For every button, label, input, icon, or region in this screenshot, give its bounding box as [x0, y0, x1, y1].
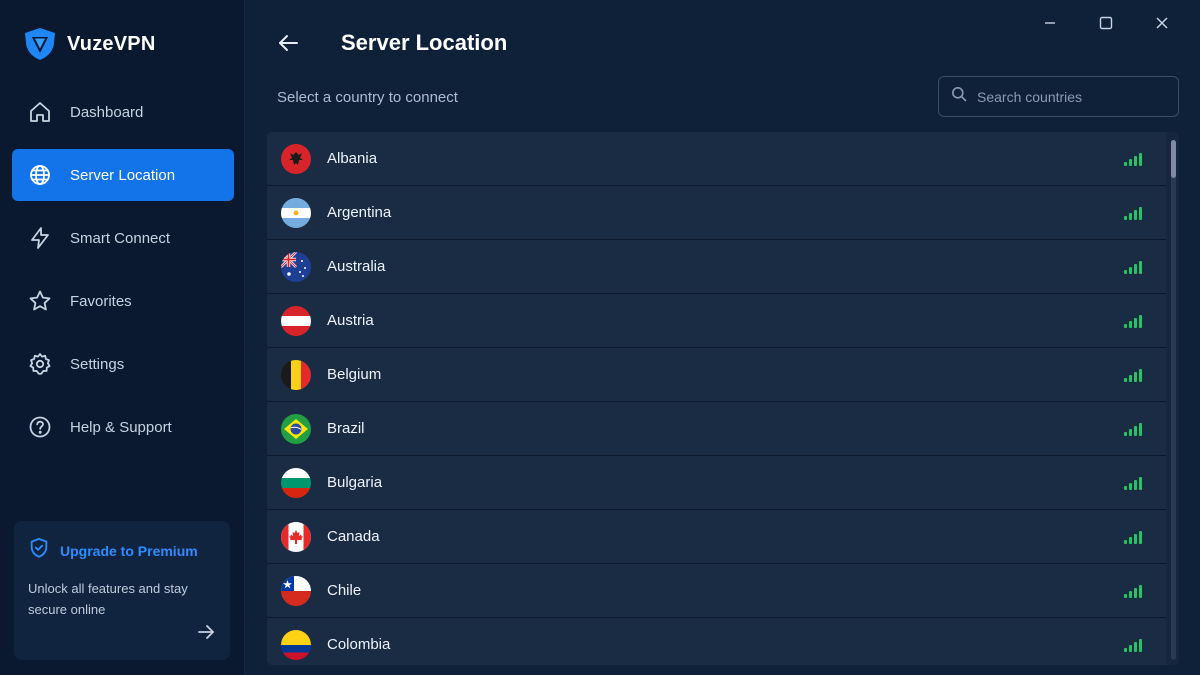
globe-icon — [28, 163, 52, 187]
maximize-icon[interactable] — [1088, 10, 1124, 36]
search-box[interactable] — [938, 76, 1179, 117]
scrollbar[interactable] — [1171, 140, 1176, 660]
sidebar-item-server-location[interactable]: Server Location — [12, 149, 234, 201]
home-icon — [28, 100, 52, 124]
country-name: Brazil — [327, 420, 365, 437]
promo-text: Unlock all features and stay secure onli… — [28, 581, 188, 617]
albania-flag-icon — [281, 143, 311, 174]
vuzevpn-logo-icon — [22, 26, 58, 62]
country-name: Belgium — [327, 366, 382, 383]
gear-icon — [28, 352, 52, 376]
page-subtitle: Select a country to connect — [277, 89, 458, 106]
country-row-austria[interactable]: Austria — [267, 294, 1166, 348]
country-name: Argentina — [327, 204, 392, 221]
app-name: VuzeVPN — [67, 32, 156, 55]
colombia-flag-icon — [281, 629, 311, 660]
country-row-canada[interactable]: Canada — [267, 510, 1166, 564]
search-icon — [951, 86, 967, 107]
argentina-flag-icon — [281, 197, 311, 228]
signal-strength-icon — [1124, 206, 1142, 220]
brand: VuzeVPN — [22, 26, 155, 62]
shield-check-icon — [28, 537, 50, 564]
sidebar-item-label: Help & Support — [70, 418, 172, 436]
window-controls — [1032, 10, 1180, 36]
country-list[interactable]: Albania Argentina Australia Austria Belgium B… — [267, 132, 1179, 665]
star-icon — [28, 289, 52, 313]
country-row-brazil[interactable]: Brazil — [267, 402, 1166, 456]
brazil-flag-icon — [281, 413, 311, 444]
app-window: VuzeVPN Dashboard Server Location Smart Co… — [0, 0, 1200, 675]
promo-title[interactable]: Upgrade to Premium — [60, 543, 198, 559]
close-icon[interactable] — [1144, 10, 1180, 36]
country-name: Albania — [327, 150, 378, 167]
australia-flag-icon — [281, 251, 311, 282]
country-row-bulgaria[interactable]: Bulgaria — [267, 456, 1166, 510]
sidebar-item-help-support[interactable]: Help & Support — [12, 401, 234, 453]
sidebar-item-label: Dashboard — [70, 103, 144, 121]
signal-strength-icon — [1124, 314, 1142, 328]
country-name: Chile — [327, 582, 362, 599]
sidebar-item-favorites[interactable]: Favorites — [12, 275, 234, 327]
signal-strength-icon — [1124, 368, 1142, 382]
main-panel: Server Location Select a country to conn… — [245, 0, 1200, 675]
sidebar-item-label: Settings — [70, 355, 125, 373]
bulgaria-flag-icon — [281, 467, 311, 498]
arrow-right-icon[interactable] — [196, 622, 216, 642]
signal-strength-icon — [1124, 638, 1142, 652]
scrollbar-thumb[interactable] — [1171, 140, 1176, 178]
country-name: Canada — [327, 528, 380, 545]
canada-flag-icon — [281, 521, 311, 552]
back-arrow-icon[interactable] — [275, 30, 301, 56]
minimize-icon[interactable] — [1032, 10, 1068, 36]
country-name: Australia — [327, 258, 386, 275]
country-row-australia[interactable]: Australia — [267, 240, 1166, 294]
chile-flag-icon — [281, 575, 311, 606]
sidebar: VuzeVPN Dashboard Server Location Smart Co… — [0, 0, 245, 675]
signal-strength-icon — [1124, 584, 1142, 598]
signal-strength-icon — [1124, 422, 1142, 436]
country-row-chile[interactable]: Chile — [267, 564, 1166, 618]
sidebar-item-smart-connect[interactable]: Smart Connect — [12, 212, 234, 264]
page-title: Server Location — [341, 30, 508, 55]
page-header: Server Location — [275, 30, 507, 56]
help-icon — [28, 415, 52, 439]
signal-strength-icon — [1124, 260, 1142, 274]
signal-strength-icon — [1124, 530, 1142, 544]
sidebar-item-label: Smart Connect — [70, 229, 171, 247]
country-row-albania[interactable]: Albania — [267, 132, 1166, 186]
sidebar-item-label: Server Location — [70, 166, 176, 184]
country-name: Austria — [327, 312, 374, 329]
lightning-icon — [28, 226, 52, 250]
promo-header: Upgrade to Premium — [28, 537, 216, 564]
belgium-flag-icon — [281, 359, 311, 390]
sidebar-item-settings[interactable]: Settings — [12, 338, 234, 390]
country-row-belgium[interactable]: Belgium — [267, 348, 1166, 402]
austria-flag-icon — [281, 305, 311, 336]
sidebar-nav: Dashboard Server Location Smart Connect Fav… — [12, 86, 234, 464]
country-name: Bulgaria — [327, 474, 383, 491]
country-row-colombia[interactable]: Colombia — [267, 618, 1166, 665]
sidebar-item-dashboard[interactable]: Dashboard — [12, 86, 234, 138]
search-input[interactable] — [977, 88, 1167, 105]
country-name: Colombia — [327, 636, 391, 653]
signal-strength-icon — [1124, 476, 1142, 490]
upgrade-promo-card[interactable]: Upgrade to Premium Unlock all features a… — [14, 521, 230, 660]
signal-strength-icon — [1124, 152, 1142, 166]
sidebar-item-label: Favorites — [70, 292, 132, 310]
country-row-argentina[interactable]: Argentina — [267, 186, 1166, 240]
